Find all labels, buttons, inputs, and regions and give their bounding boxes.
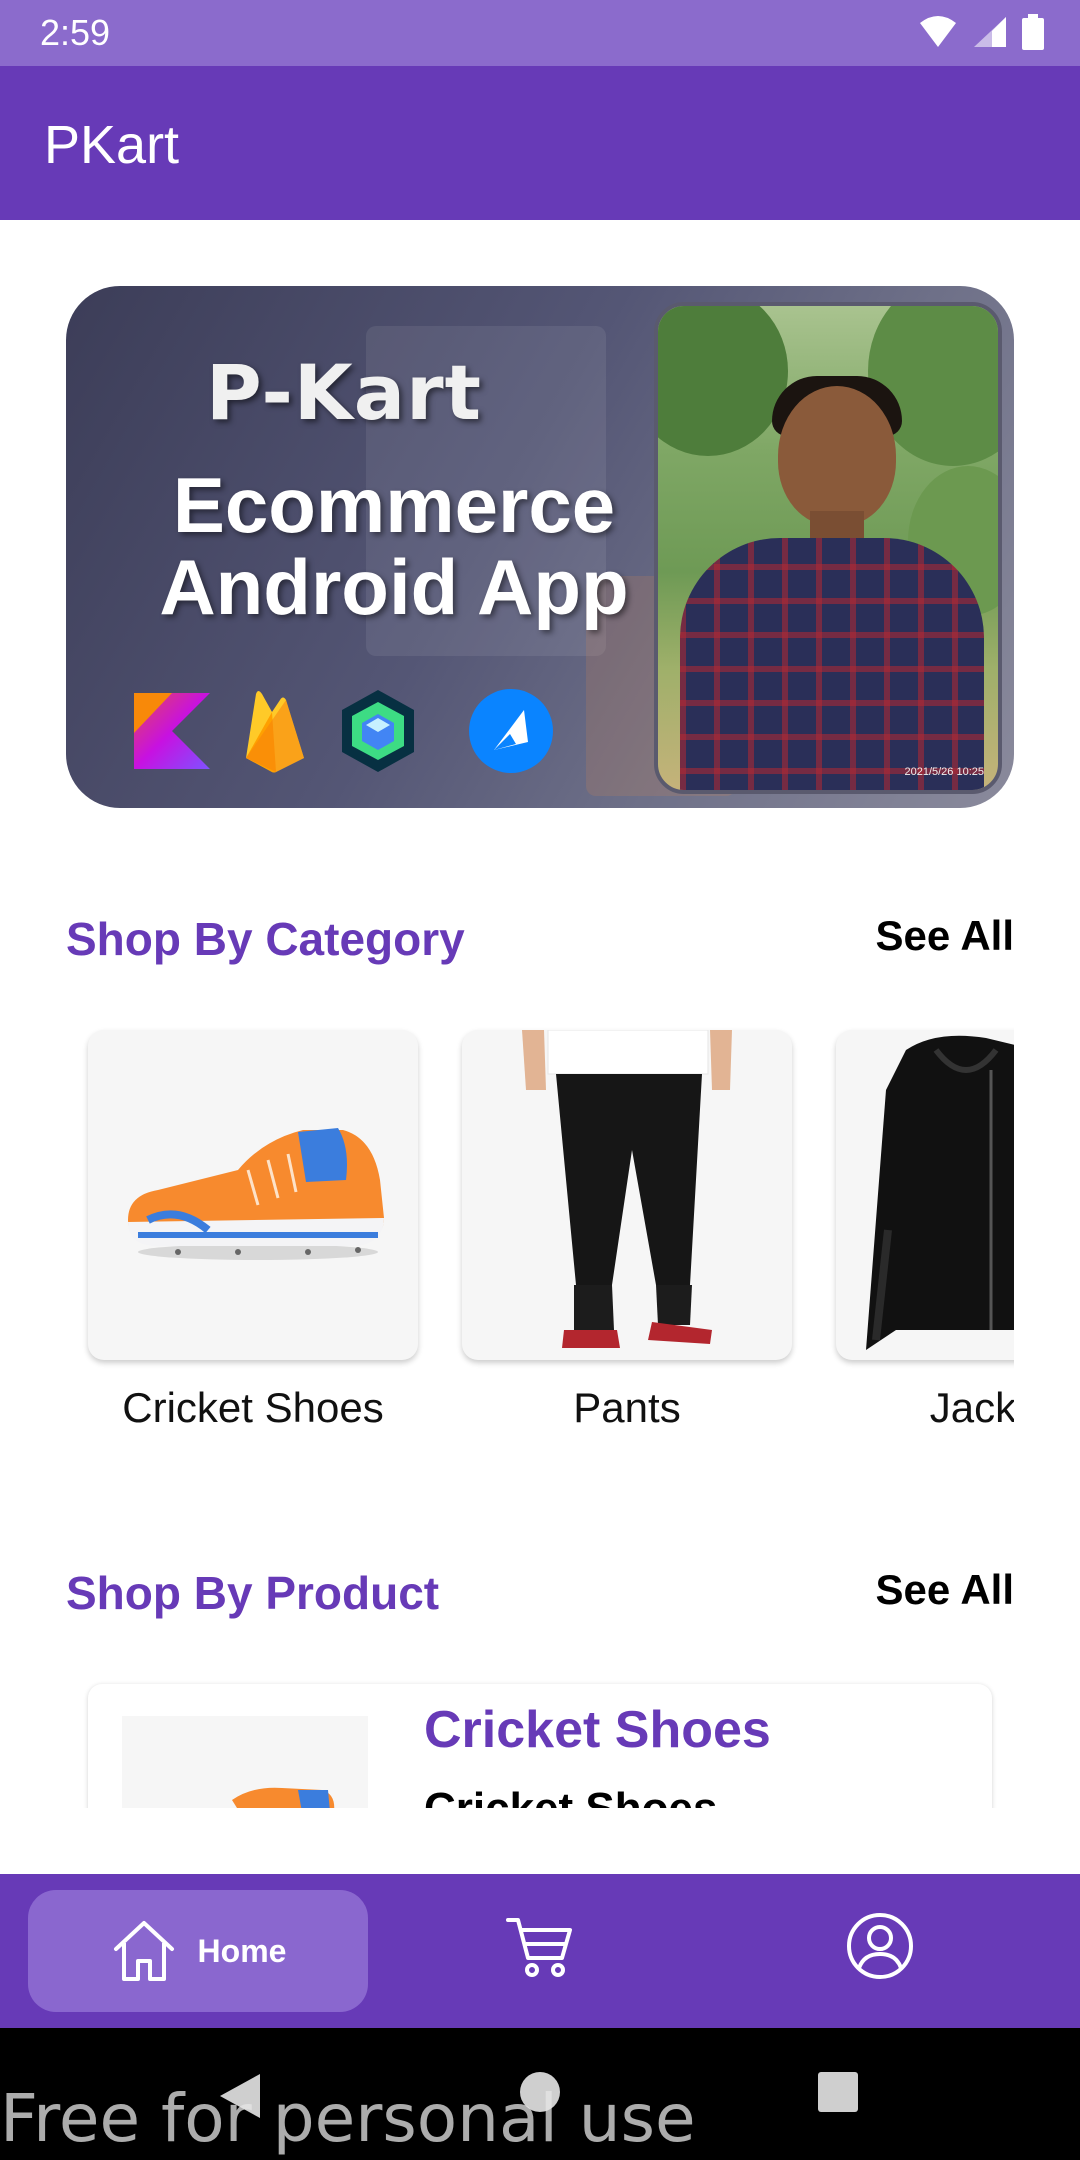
- watermark: Free for personal use: [0, 2080, 696, 2157]
- app-bar: PKart: [0, 66, 1080, 220]
- category-carousel[interactable]: Cricket Shoes Pants Jack: [66, 1010, 1014, 1470]
- product-section-title: Shop By Product: [66, 1567, 440, 1619]
- category-label: Cricket Shoes: [122, 1384, 384, 1431]
- kotlin-logo: [134, 693, 210, 769]
- screen: 2:59 PKart P-Kart Ecommerce Android App: [0, 0, 1080, 2160]
- category-label: Pants: [573, 1384, 681, 1431]
- photo-timestamp: 2021/5/26 10:25: [904, 766, 984, 778]
- status-time: 2:59: [40, 12, 111, 53]
- person-shirt: [680, 538, 984, 790]
- home-icon: [113, 1921, 174, 1981]
- category-section-title: Shop By Category: [66, 913, 465, 965]
- banner-headline: Ecommerce Android App: [159, 461, 629, 631]
- black-pants-image: [522, 1030, 732, 1348]
- app-title: PKart: [44, 115, 180, 175]
- profile-icon[interactable]: [844, 1910, 916, 1982]
- banner-photo: 2021/5/26 10:25: [654, 302, 1002, 794]
- photo-tree: [658, 306, 788, 456]
- battery-icon: [1022, 14, 1044, 50]
- wifi-icon: [920, 16, 956, 47]
- category-label: Jackets: [929, 1384, 1014, 1431]
- person-head: [778, 386, 896, 526]
- category-card[interactable]: [836, 1030, 1014, 1360]
- recents-icon[interactable]: [816, 2070, 860, 2114]
- cart-icon[interactable]: [504, 1910, 576, 1982]
- tech-logo: [469, 689, 553, 773]
- orange-shoe-image: [128, 1128, 384, 1260]
- promo-banner[interactable]: P-Kart Ecommerce Android App 2021/5/26 1…: [66, 286, 1014, 808]
- jetpack-compose-logo: [342, 690, 414, 772]
- category-card[interactable]: [462, 1030, 792, 1360]
- product-subtitle: Cricket Shoes: [424, 1784, 717, 1808]
- firebase-logo: [246, 691, 304, 773]
- product-title: Cricket Shoes: [424, 1701, 771, 1759]
- category-see-all-button[interactable]: See All: [875, 912, 1014, 960]
- product-see-all-button[interactable]: See All: [875, 1566, 1014, 1614]
- product-list[interactable]: Cricket Shoes Cricket Shoes: [66, 1668, 1014, 1808]
- status-bar: 2:59: [0, 0, 1080, 66]
- banner-brand: P-Kart: [206, 348, 482, 437]
- product-card[interactable]: Cricket Shoes Cricket Shoes: [88, 1684, 992, 1808]
- black-hoodie-image: [866, 1035, 1014, 1350]
- status-icons: [918, 14, 1044, 50]
- banner-logos: [134, 686, 556, 776]
- product-image: [122, 1716, 368, 1808]
- orange-shoe-image: [232, 1787, 335, 1808]
- nav-home-button[interactable]: Home: [28, 1890, 368, 2012]
- bottom-nav: Home: [0, 1874, 1080, 2028]
- category-card[interactable]: [88, 1030, 418, 1360]
- signal-icon: [974, 17, 1006, 47]
- nav-home-label: Home: [197, 1932, 287, 1969]
